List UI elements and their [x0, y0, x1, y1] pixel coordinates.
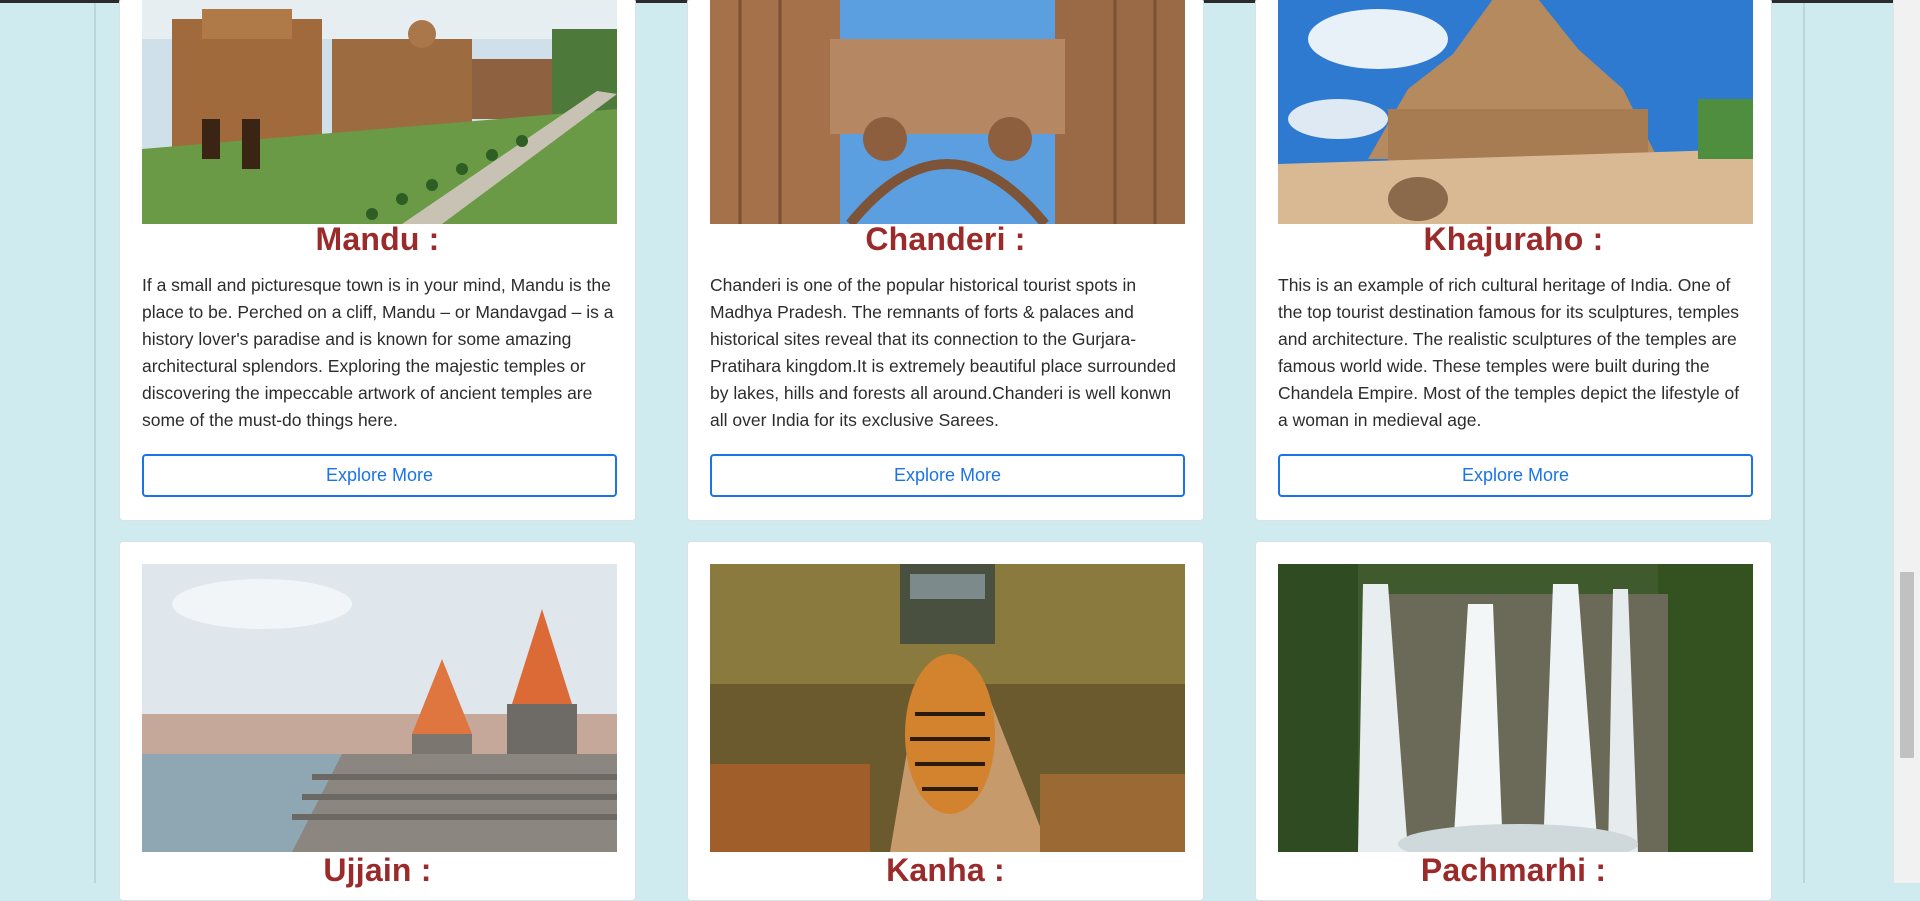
card-title: Pachmarhi :	[1420, 852, 1607, 888]
kanha-photo	[710, 564, 1185, 852]
explore-more-button[interactable]: Explore More	[142, 454, 617, 497]
pachmarhi-photo	[1278, 564, 1753, 852]
card-description: If a small and picturesque town is in yo…	[142, 275, 614, 430]
chanderi-photo	[710, 0, 1185, 224]
destination-card-kanha: Kanha :	[687, 541, 1204, 901]
explore-more-button[interactable]: Explore More	[710, 454, 1185, 497]
destination-card-mandu: Mandu : If a small and picturesque town …	[119, 0, 636, 521]
explore-more-button[interactable]: Explore More	[1278, 454, 1753, 497]
card-description: Chanderi is one of the popular historica…	[710, 275, 1176, 430]
page-scrollbar[interactable]	[1893, 0, 1920, 883]
mandu-photo	[142, 0, 617, 224]
destination-card-chanderi: Chanderi : Chanderi is one of the popula…	[687, 0, 1204, 521]
destination-card-pachmarhi: Pachmarhi :	[1255, 541, 1772, 901]
scrollbar-thumb[interactable]	[1900, 572, 1914, 758]
card-title: Khajuraho :	[1423, 221, 1604, 257]
card-title: Chanderi :	[865, 221, 1026, 257]
destination-card-ujjain: Ujjain :	[119, 541, 636, 901]
card-title: Kanha :	[886, 852, 1005, 888]
ujjain-photo	[142, 564, 617, 852]
card-title: Ujjain :	[323, 852, 432, 888]
khajuraho-photo	[1278, 0, 1753, 224]
card-title: Mandu :	[315, 221, 440, 257]
destination-card-khajuraho: Khajuraho : This is an example of rich c…	[1255, 0, 1772, 521]
card-description: This is an example of rich cultural heri…	[1278, 275, 1740, 430]
